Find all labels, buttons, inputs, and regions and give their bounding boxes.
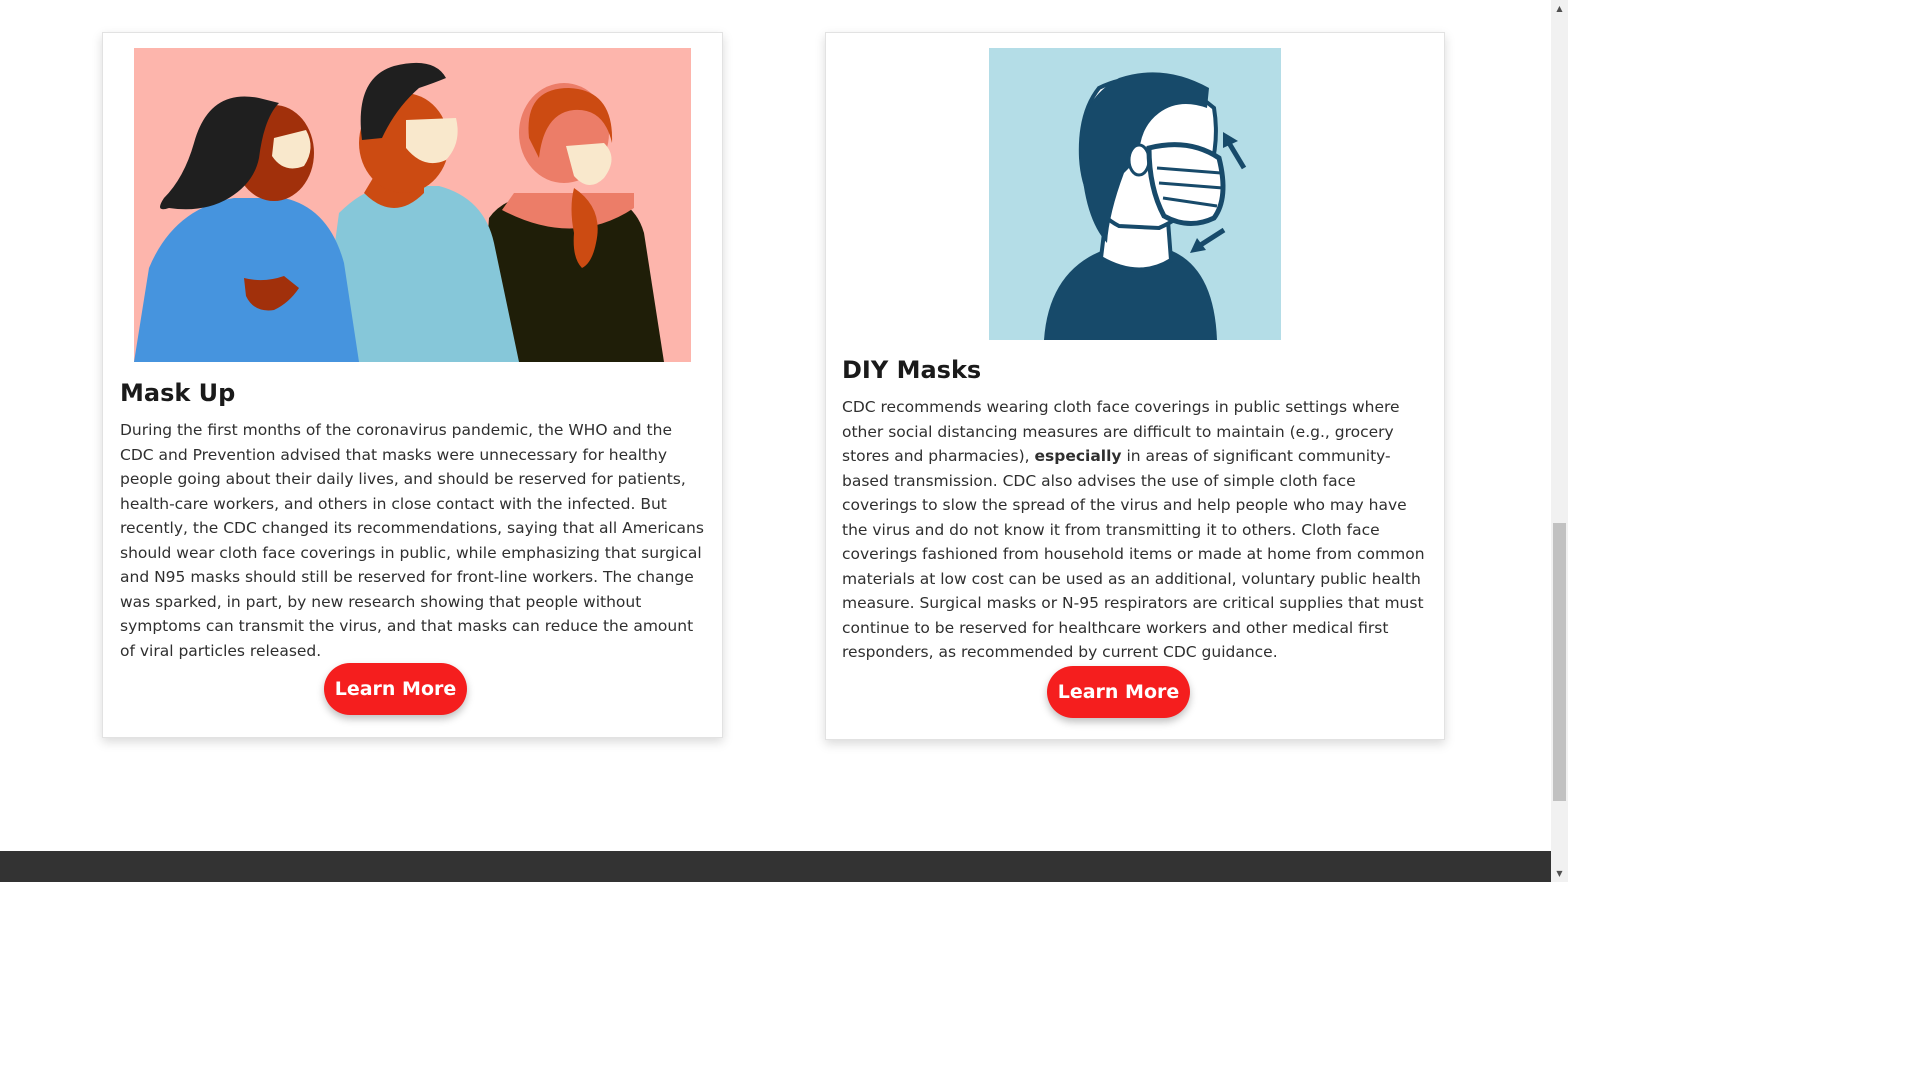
learn-more-button[interactable]: Learn More: [324, 663, 467, 715]
card-body-text-part2: in areas of significant community-based …: [842, 447, 1425, 661]
card-body-text: CDC recommends wearing cloth face coveri…: [842, 395, 1432, 665]
card-body-text: During the first months of the coronavir…: [120, 421, 704, 660]
vertical-scrollbar[interactable]: ▲ ▼: [1551, 0, 1568, 882]
diy-masks-card: DIY Masks CDC recommends wearing cloth f…: [825, 32, 1445, 740]
scroll-down-arrow-icon[interactable]: ▼: [1551, 865, 1568, 882]
scroll-up-arrow-icon[interactable]: ▲: [1551, 0, 1568, 17]
person-wearing-mask-illustration: [989, 48, 1281, 340]
learn-more-button[interactable]: Learn More: [1047, 666, 1190, 718]
people-wearing-masks-illustration: [134, 48, 691, 362]
scrollbar-thumb[interactable]: [1553, 523, 1566, 801]
card-title: Mask Up: [120, 379, 236, 407]
card-title: DIY Masks: [842, 356, 982, 384]
mask-up-card: Mask Up During the first months of the c…: [102, 32, 723, 738]
page-footer: [0, 851, 1551, 882]
card-body-text-emphasis: especially: [1034, 447, 1122, 465]
